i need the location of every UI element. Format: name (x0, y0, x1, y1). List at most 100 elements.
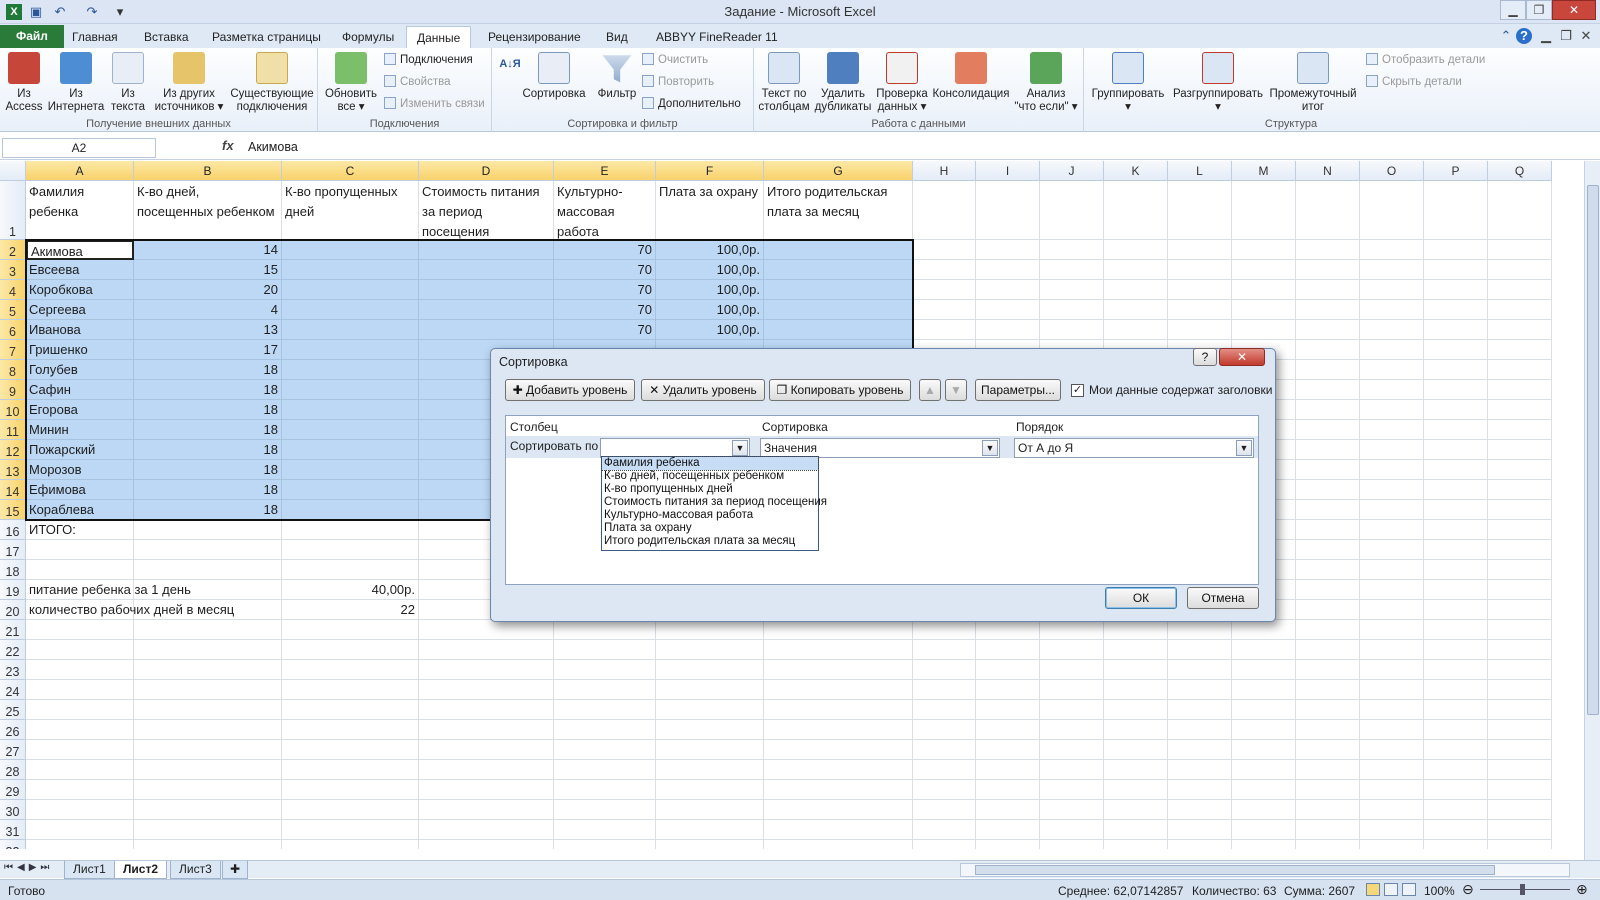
table-cell-name[interactable]: Минин (26, 420, 134, 440)
filter-button[interactable]: Фильтр (590, 52, 644, 101)
empty-cell[interactable] (134, 740, 282, 760)
empty-cell[interactable] (1360, 280, 1424, 300)
sort-column-select[interactable]: ▼ (600, 438, 750, 458)
empty-cell[interactable] (1168, 800, 1232, 820)
zoom-level[interactable]: 100% (1424, 884, 1455, 898)
empty-cell[interactable] (1104, 300, 1168, 320)
empty-cell[interactable] (1232, 320, 1296, 340)
table-cell-name[interactable]: Гришенко (26, 340, 134, 360)
sheet-tab-2[interactable]: Лист2 (114, 861, 168, 879)
empty-cell[interactable] (656, 820, 764, 840)
empty-cell[interactable] (1360, 420, 1424, 440)
empty-cell[interactable] (1360, 320, 1424, 340)
table-cell-days[interactable]: 18 (134, 440, 282, 460)
empty-cell[interactable] (554, 840, 656, 849)
empty-cell[interactable] (419, 800, 554, 820)
empty-cell[interactable] (1232, 620, 1296, 640)
header-cell[interactable]: К-во дней, посещенных ребенком (134, 181, 282, 240)
table-cell[interactable] (282, 240, 419, 260)
empty-cell[interactable] (554, 640, 656, 660)
table-cell-guard[interactable]: 100,0р. (656, 240, 764, 260)
empty-cell[interactable] (1168, 240, 1232, 260)
hide-detail-button[interactable]: Скрыть детали (1366, 74, 1462, 90)
empty-cell[interactable] (1040, 640, 1104, 660)
empty-cell[interactable] (1424, 660, 1488, 680)
table-cell-name[interactable]: Евсеева (26, 260, 134, 280)
row-header-21[interactable]: 21 (0, 620, 26, 640)
column-header-B[interactable]: B (134, 161, 282, 181)
empty-cell[interactable] (913, 680, 976, 700)
table-cell-days[interactable]: 18 (134, 500, 282, 520)
empty-cell[interactable] (1296, 820, 1360, 840)
empty-cell[interactable] (1168, 320, 1232, 340)
row-header-13[interactable]: 13 (0, 460, 26, 480)
empty-cell[interactable] (1360, 600, 1424, 620)
tab-home[interactable]: Главная (62, 26, 128, 48)
empty-cell[interactable] (1488, 440, 1552, 460)
insert-function-icon[interactable]: fx (222, 138, 234, 153)
empty-cell[interactable] (1424, 540, 1488, 560)
empty-cell[interactable] (1488, 500, 1552, 520)
empty-cell[interactable] (134, 720, 282, 740)
empty-cell[interactable] (554, 700, 656, 720)
row-header-14[interactable]: 14 (0, 480, 26, 500)
data-validation-button[interactable]: Проверка данных ▾ (874, 52, 930, 114)
empty-cell[interactable] (1168, 620, 1232, 640)
row-header-18[interactable]: 18 (0, 560, 26, 580)
empty-cell[interactable] (1296, 540, 1360, 560)
empty-cell[interactable] (282, 640, 419, 660)
column-header-G[interactable]: G (764, 161, 913, 181)
row-header-25[interactable]: 25 (0, 700, 26, 720)
empty-cell[interactable] (1488, 760, 1552, 780)
minimize-ribbon-icon[interactable]: ⌃ (1498, 28, 1514, 44)
empty-cell[interactable] (976, 800, 1040, 820)
empty-cell[interactable] (764, 720, 913, 740)
empty-cell[interactable] (1040, 700, 1104, 720)
total-label[interactable]: ИТОГО: (26, 520, 134, 540)
table-cell[interactable] (282, 360, 419, 380)
empty-cell[interactable] (1040, 300, 1104, 320)
empty-cell[interactable] (282, 620, 419, 640)
empty-cell[interactable] (1040, 720, 1104, 740)
row-header-9[interactable]: 9 (0, 380, 26, 400)
minimize-button[interactable]: ▁ (1500, 0, 1526, 20)
empty-cell[interactable] (1296, 780, 1360, 800)
options-button[interactable]: Параметры... (975, 379, 1061, 401)
empty-cell[interactable] (1360, 380, 1424, 400)
table-cell-guard[interactable]: 100,0р. (656, 260, 764, 280)
empty-cell[interactable] (1104, 240, 1168, 260)
empty-cell[interactable] (1488, 580, 1552, 600)
empty-cell[interactable] (1360, 760, 1424, 780)
empty-cell[interactable] (1296, 320, 1360, 340)
empty-cell[interactable] (976, 740, 1040, 760)
empty-cell[interactable] (26, 740, 134, 760)
empty-cell[interactable] (1360, 800, 1424, 820)
empty-cell[interactable] (1424, 500, 1488, 520)
row-header-19[interactable]: 19 (0, 580, 26, 600)
empty-cell[interactable] (1424, 181, 1488, 240)
empty-cell[interactable] (656, 720, 764, 740)
empty-cell[interactable] (656, 660, 764, 680)
table-cell-days[interactable]: 14 (134, 240, 282, 260)
formula-input[interactable]: Акимова (248, 140, 298, 154)
empty-cell[interactable] (282, 700, 419, 720)
empty-cell[interactable] (1232, 640, 1296, 660)
empty-cell[interactable] (913, 280, 976, 300)
empty-cell[interactable] (1104, 780, 1168, 800)
empty-cell[interactable] (419, 740, 554, 760)
vertical-scrollbar[interactable] (1584, 161, 1600, 860)
empty-cell[interactable] (1488, 300, 1552, 320)
group-button[interactable]: Группировать ▾ (1086, 52, 1170, 114)
new-sheet-icon[interactable]: ✚ (222, 861, 248, 879)
empty-cell[interactable] (1296, 720, 1360, 740)
table-cell-name[interactable]: Акимова (26, 240, 134, 260)
empty-cell[interactable] (1040, 181, 1104, 240)
column-header-D[interactable]: D (419, 161, 554, 181)
table-cell-cult[interactable]: 70 (554, 300, 656, 320)
table-cell[interactable] (419, 240, 554, 260)
empty-cell[interactable] (1168, 840, 1232, 849)
empty-cell[interactable] (134, 540, 282, 560)
row-header-3[interactable]: 3 (0, 260, 26, 280)
empty-cell[interactable] (1424, 700, 1488, 720)
empty-cell[interactable] (26, 540, 134, 560)
